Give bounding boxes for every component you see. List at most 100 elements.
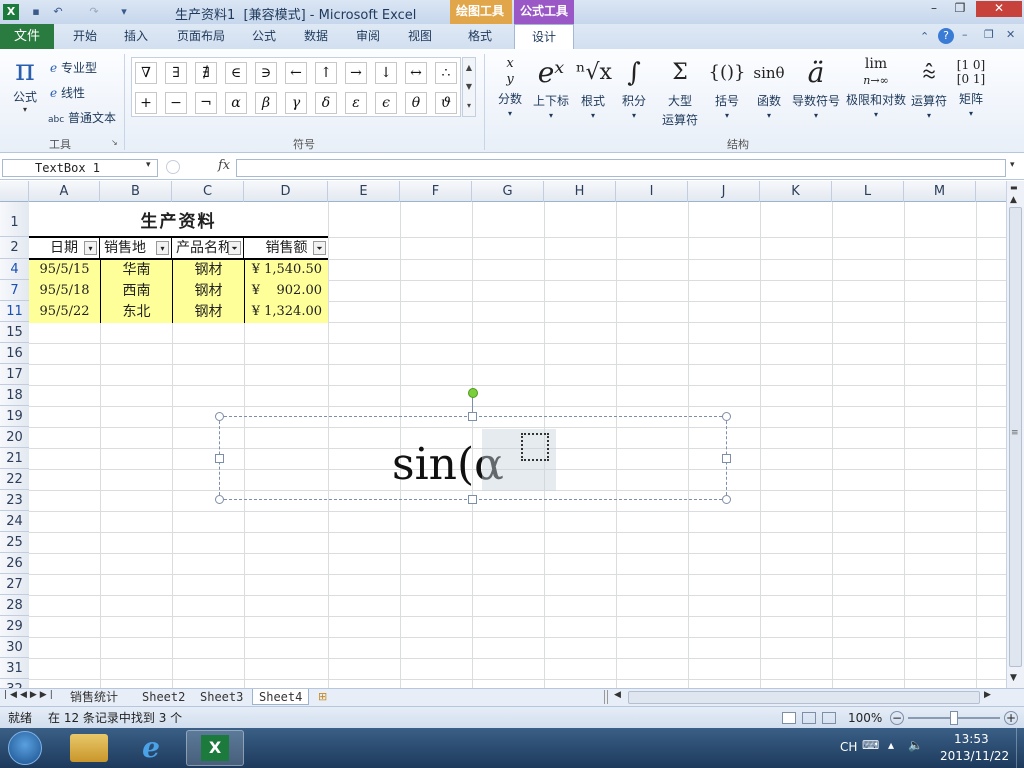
vertical-scrollbar[interactable]: ▬ ▲ ≡ ▼ — [1006, 181, 1024, 688]
sheet-title[interactable]: 生产资料 — [29, 202, 328, 237]
formula-bar-splitter-icon[interactable] — [166, 160, 180, 174]
hscroll-left-icon[interactable]: ◀ — [614, 690, 621, 700]
symbol-beta[interactable]: β — [255, 92, 277, 114]
column-header-g[interactable]: G — [472, 181, 544, 202]
rotation-handle[interactable] — [468, 388, 478, 398]
filter-dropdown-icon[interactable]: ▾ — [84, 241, 97, 255]
filter-active-icon[interactable]: ⏷ — [228, 241, 241, 255]
symbol-nabla[interactable]: ∇ — [135, 62, 157, 84]
normal-text-button[interactable]: abc 普通文本 — [48, 109, 116, 126]
symbol-right-arrow[interactable]: → — [345, 62, 367, 84]
cell-date[interactable]: 95/5/15 — [29, 260, 100, 281]
name-box-dropdown-icon[interactable]: ▾ — [146, 160, 151, 170]
tab-format[interactable]: 格式 — [452, 24, 508, 49]
symbol-delta[interactable]: δ — [315, 92, 337, 114]
internet-explorer-icon[interactable]: e — [134, 732, 168, 764]
start-button[interactable] — [8, 731, 42, 765]
symbol-therefore[interactable]: ∴ — [435, 62, 457, 84]
gallery-down-icon[interactable]: ▼ — [463, 77, 475, 96]
row-header[interactable]: 30 — [0, 637, 29, 658]
symbol-minus[interactable]: − — [165, 92, 187, 114]
row-header[interactable]: 11 — [0, 301, 29, 322]
help-icon[interactable]: ? — [938, 28, 954, 44]
row-header[interactable]: 16 — [0, 343, 29, 364]
row-header[interactable]: 22 — [0, 469, 29, 490]
column-header-j[interactable]: J — [688, 181, 760, 202]
sheet-nav-icons[interactable]: |◀◀▶▶| — [4, 690, 56, 700]
tab-home[interactable]: 开始 — [62, 24, 108, 49]
row-header[interactable]: 18 — [0, 385, 29, 406]
column-header-m[interactable]: M — [904, 181, 976, 202]
header-product[interactable]: 产品名称 ⏷ — [173, 238, 244, 258]
symbol-exists[interactable]: ∃ — [165, 62, 187, 84]
linear-format-button[interactable]: e 线性 — [50, 84, 85, 101]
cell-product[interactable]: 钢材 — [173, 260, 244, 281]
row-header[interactable]: 29 — [0, 616, 29, 637]
explorer-icon[interactable] — [70, 734, 108, 762]
accent-button[interactable]: ä 导数符号 ▾ — [790, 56, 842, 120]
sheet-tab-sheet3[interactable]: Sheet3 — [194, 689, 249, 705]
limit-log-button[interactable]: lim n→∞ 极限和对数 ▾ — [844, 56, 908, 119]
normal-view-icon[interactable] — [782, 712, 796, 724]
column-header-h[interactable]: H — [544, 181, 616, 202]
name-box[interactable]: TextBox 1 — [2, 159, 158, 177]
symbol-alpha[interactable]: α — [225, 92, 247, 114]
clock-time[interactable]: 13:53 — [954, 732, 989, 746]
cell-product[interactable]: 钢材 — [173, 281, 244, 302]
tab-data[interactable]: 数据 — [294, 24, 338, 49]
resize-handle-bottom[interactable] — [468, 495, 477, 504]
insert-function-icon[interactable]: fx — [218, 158, 230, 173]
row-header[interactable]: 27 — [0, 574, 29, 595]
undo-icon[interactable]: ↶ — [50, 4, 66, 20]
row-header[interactable]: 25 — [0, 532, 29, 553]
expand-formula-bar-icon[interactable]: ▾ — [1010, 160, 1015, 170]
zoom-level[interactable]: 100% — [848, 707, 882, 729]
cell-region[interactable]: 东北 — [101, 302, 172, 323]
symbol-left-arrow[interactable]: ← — [285, 62, 307, 84]
resize-handle-left[interactable] — [215, 454, 224, 463]
header-sales[interactable]: 销售额 ⏷ — [245, 238, 328, 258]
save-icon[interactable]: ▪ — [28, 4, 44, 20]
row-header[interactable]: 20 — [0, 427, 29, 448]
symbol-not-exists[interactable]: ∄ — [195, 62, 217, 84]
resize-handle-bottom-left[interactable] — [215, 495, 224, 504]
column-header-f[interactable]: F — [400, 181, 472, 202]
cell-sales[interactable]: ¥ 1,540.50 — [245, 260, 328, 281]
scroll-down-icon[interactable]: ▼ — [1010, 673, 1017, 683]
restore-button[interactable]: ❐ — [948, 1, 972, 17]
cell-sales[interactable]: ¥ 1,324.00 — [245, 302, 328, 323]
keyboard-icon[interactable]: ⌨ — [862, 738, 879, 752]
tab-split-handle[interactable] — [604, 690, 608, 704]
row-header[interactable]: 32 — [0, 679, 29, 688]
symbol-theta-variant[interactable]: ϑ — [435, 92, 457, 114]
column-header-i[interactable]: I — [616, 181, 688, 202]
header-date[interactable]: 日期 ▾ — [29, 238, 100, 258]
resize-handle-right[interactable] — [722, 454, 731, 463]
operator-button[interactable]: ⩯ 运算符 ▾ — [908, 56, 950, 120]
resize-handle-bottom-right[interactable] — [722, 495, 731, 504]
cell-date[interactable]: 95/5/18 — [29, 281, 100, 302]
tab-review[interactable]: 审阅 — [346, 24, 390, 49]
superscript-placeholder-icon[interactable] — [521, 433, 549, 461]
split-box-icon[interactable]: ▬ — [1010, 183, 1018, 192]
filter-dropdown-icon[interactable]: ▾ — [156, 241, 169, 255]
workbook-close-icon[interactable]: ✕ — [1006, 28, 1015, 41]
resize-handle-top-left[interactable] — [215, 412, 224, 421]
sheet-tab-sales[interactable]: 销售统计 — [64, 689, 124, 705]
close-button[interactable]: ✕ — [976, 1, 1022, 17]
row-header[interactable]: 7 — [0, 280, 29, 301]
minimize-button[interactable]: – — [922, 1, 946, 17]
matrix-button[interactable]: [1 0] [0 1] 矩阵 ▾ — [952, 56, 990, 118]
row-header[interactable]: 24 — [0, 511, 29, 532]
page-break-view-icon[interactable] — [822, 712, 836, 724]
tab-formulas[interactable]: 公式 — [242, 24, 286, 49]
symbol-down-arrow[interactable]: ↓ — [375, 62, 397, 84]
row-header[interactable]: 31 — [0, 658, 29, 679]
row-header[interactable]: 21 — [0, 448, 29, 469]
large-operator-button[interactable]: Σ 大型 运算符 — [656, 56, 704, 128]
scroll-up-icon[interactable]: ▲ — [1010, 195, 1017, 205]
equation-button[interactable]: π 公式 ▾ — [8, 54, 42, 115]
cell-date[interactable]: 95/5/22 — [29, 302, 100, 323]
symbol-element-of[interactable]: ∈ — [225, 62, 247, 84]
symbol-gamma[interactable]: γ — [285, 92, 307, 114]
